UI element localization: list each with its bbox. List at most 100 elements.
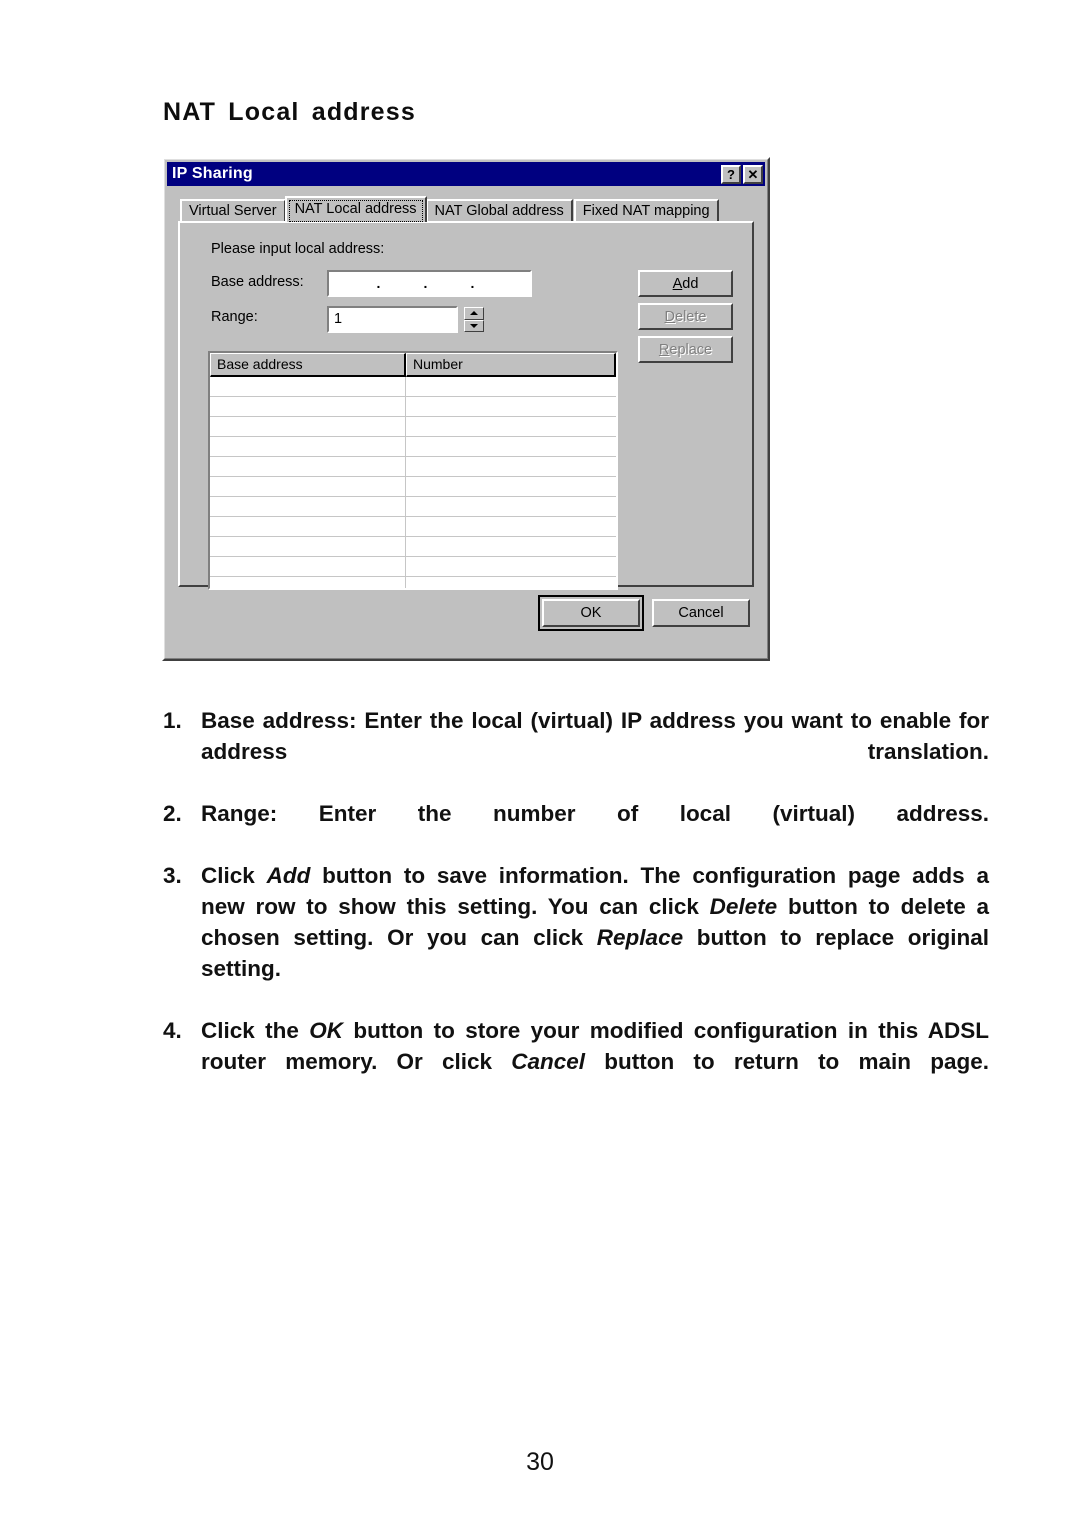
close-icon[interactable]: ✕: [743, 164, 763, 184]
table-row[interactable]: [210, 537, 616, 557]
cell-base-address: [210, 477, 406, 496]
ok-button-label: OK: [580, 605, 602, 621]
cell-number: [406, 397, 616, 416]
spinner-down-button[interactable]: [464, 319, 484, 332]
instruction-number: 4.: [163, 1018, 182, 1043]
instruction-text: Click the OK button to store your modifi…: [201, 1015, 989, 1108]
table-row[interactable]: [210, 397, 616, 417]
table-row[interactable]: [210, 377, 616, 397]
add-button-label: Add: [673, 276, 699, 292]
cell-base-address: [210, 537, 406, 556]
tab-nat-global-address[interactable]: NAT Global address: [425, 199, 573, 222]
cell-number: [406, 477, 616, 496]
instruction-item: 1. Base address: Enter the local (virtual…: [163, 705, 989, 798]
cell-number: [406, 577, 616, 588]
cell-base-address: [210, 517, 406, 536]
emphasis-text: Replace: [596, 925, 684, 950]
instruction-item: 4. Click the OK button to store your modi…: [163, 1015, 989, 1108]
plain-text: button to return to main page.: [585, 1049, 989, 1074]
table-row[interactable]: [210, 477, 616, 497]
table-row[interactable]: [210, 577, 616, 588]
emphasis-text: OK: [309, 1018, 343, 1043]
range-value: 1: [334, 311, 343, 327]
cell-number: [406, 377, 616, 396]
instruction-number: 1.: [163, 708, 182, 733]
delete-button-label: Delete: [665, 309, 707, 325]
table-header-row: Base address Number: [210, 353, 616, 377]
instruction-item: 2. Range: Enter the number of local (virt…: [163, 798, 989, 860]
replace-button[interactable]: Replace: [638, 336, 733, 363]
table-row[interactable]: [210, 457, 616, 477]
page-number: 30: [526, 1448, 554, 1476]
cell-base-address: [210, 497, 406, 516]
instruction-list: 1. Base address: Enter the local (virtual…: [163, 705, 989, 1108]
plain-text: Range: Enter the number of local (virtua…: [201, 801, 989, 826]
justify-filler: [201, 987, 989, 1012]
ip-sharing-dialog: IP Sharing ? ✕ Virtual Server NAT Local …: [162, 157, 770, 661]
instruction-number: 2.: [163, 801, 182, 826]
base-address-input[interactable]: . . .: [327, 270, 532, 297]
instruction-text: Range: Enter the number of local (virtua…: [201, 798, 989, 860]
ip-separator-3: .: [470, 274, 475, 291]
emphasis-text: Delete: [709, 894, 778, 919]
plain-text: Click the: [201, 1018, 310, 1043]
instruction-number: 3.: [163, 863, 182, 888]
column-header-base-address[interactable]: Base address: [210, 353, 406, 377]
emphasis-text: Cancel: [511, 1049, 586, 1074]
ip-separator-1: .: [376, 274, 381, 291]
table-row[interactable]: [210, 557, 616, 577]
cell-number: [406, 557, 616, 576]
emphasis-text: Add: [266, 863, 311, 888]
add-accel: A: [672, 275, 683, 292]
justify-filler: [201, 770, 989, 795]
cell-base-address: [210, 417, 406, 436]
cell-number: [406, 497, 616, 516]
range-spinner: [464, 307, 484, 332]
cell-base-address: [210, 397, 406, 416]
cell-base-address: [210, 377, 406, 396]
plain-text: Click: [201, 863, 267, 888]
tab-nat-local-address[interactable]: NAT Local address: [284, 196, 427, 222]
chevron-down-icon: [470, 323, 478, 328]
replace-button-label: Replace: [659, 342, 712, 358]
instruction-text: Base address: Enter the local (virtual) …: [201, 705, 989, 798]
tab-strip: Virtual Server NAT Local address NAT Glo…: [180, 196, 750, 222]
column-header-number[interactable]: Number: [406, 353, 616, 377]
ok-button[interactable]: OK: [542, 599, 640, 627]
tab-label: NAT Global address: [434, 203, 564, 219]
range-input[interactable]: 1: [327, 306, 458, 333]
tab-fixed-nat-mapping[interactable]: Fixed NAT mapping: [573, 199, 719, 222]
table-row[interactable]: [210, 417, 616, 437]
base-address-label: Base address:: [211, 274, 304, 290]
table-body: [210, 377, 616, 588]
cell-number: [406, 537, 616, 556]
help-icon[interactable]: ?: [721, 164, 741, 184]
add-button[interactable]: Add: [638, 270, 733, 297]
ip-mask: . . .: [329, 272, 530, 295]
cell-base-address: [210, 457, 406, 476]
cancel-button[interactable]: Cancel: [652, 599, 750, 627]
replace-accel: R: [658, 341, 670, 358]
range-label: Range:: [211, 309, 258, 325]
replace-rest: eplace: [669, 341, 713, 358]
instruction-item: 3. Click Add button to save information. …: [163, 860, 989, 1015]
titlebar-buttons: ? ✕: [721, 164, 763, 184]
tab-label: NAT Local address: [294, 201, 417, 217]
range-stepper: 1: [327, 306, 484, 333]
table-row[interactable]: [210, 517, 616, 537]
dialog-titlebar[interactable]: IP Sharing ? ✕: [167, 162, 765, 186]
dialog-title: IP Sharing: [172, 165, 253, 182]
chevron-up-icon: [470, 311, 478, 316]
spinner-up-button[interactable]: [464, 307, 484, 320]
delete-button[interactable]: Delete: [638, 303, 733, 330]
table-row[interactable]: [210, 497, 616, 517]
table-row[interactable]: [210, 437, 616, 457]
tab-virtual-server[interactable]: Virtual Server: [180, 199, 286, 222]
nat-local-address-table[interactable]: Base address Number: [208, 351, 618, 590]
cell-base-address: [210, 557, 406, 576]
delete-rest: elete: [675, 308, 707, 325]
cancel-button-label: Cancel: [678, 605, 724, 621]
ip-separator-2: .: [423, 274, 428, 291]
add-rest: dd: [682, 275, 699, 292]
plain-text: Base address: Enter the local (virtual) …: [201, 708, 989, 764]
